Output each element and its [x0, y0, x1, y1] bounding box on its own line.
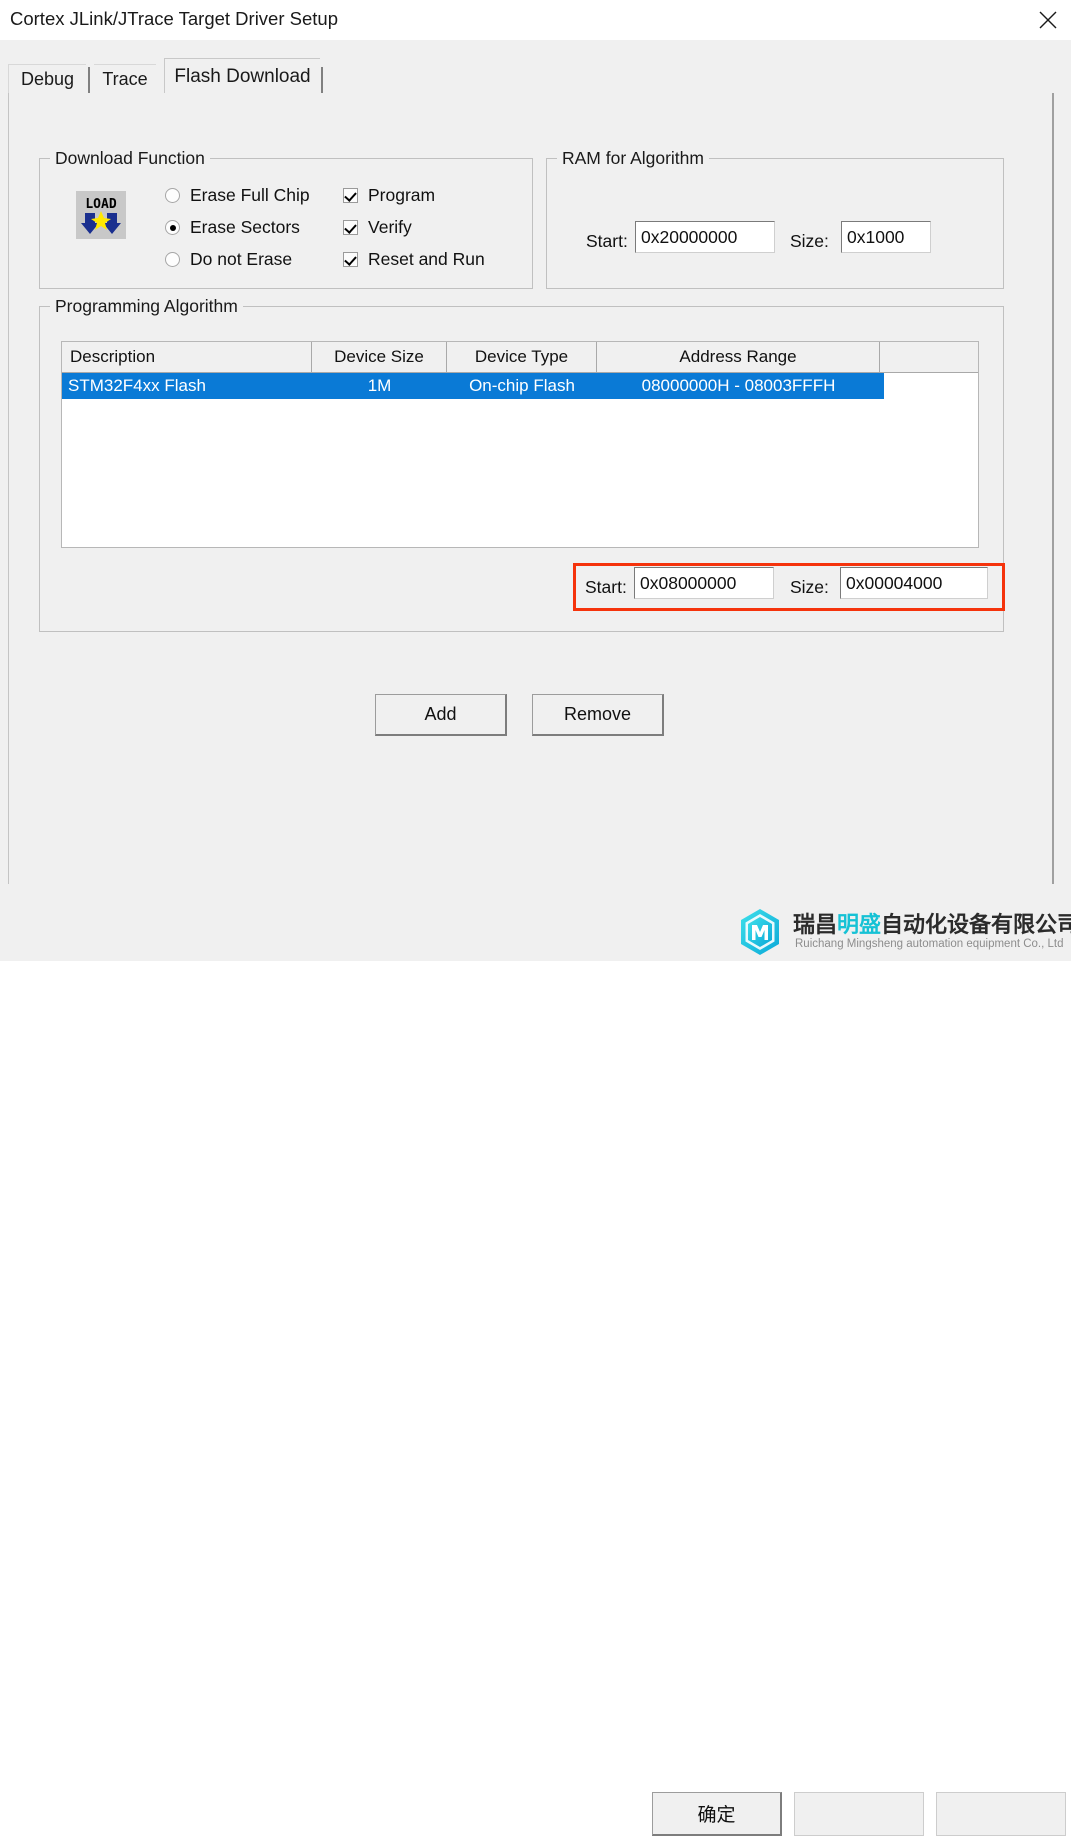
watermark: 瑞昌明盛自动化设备有限公司 Ruichang Mingsheng automat… — [735, 902, 1071, 961]
group-download-function-title: Download Function — [50, 148, 210, 169]
close-button[interactable] — [1025, 0, 1071, 40]
algorithm-table-header: Description Device Size Device Type Addr… — [62, 342, 978, 373]
column-header-address-range[interactable]: Address Range — [597, 342, 880, 372]
cell-device-type: On-chip Flash — [469, 376, 575, 395]
add-button[interactable]: Add — [375, 694, 507, 736]
company-name-cn: 瑞昌明盛自动化设备有限公司 — [793, 913, 1071, 936]
radio-indicator — [165, 188, 180, 203]
group-programming-algorithm: Programming Algorithm Description Device… — [39, 296, 1005, 632]
tab-debug[interactable]: Debug — [8, 64, 86, 94]
algorithm-table-body: STM32F4xx Flash 1M On-chip Flash 0800000… — [62, 373, 978, 399]
checkbox-verify[interactable]: Verify — [343, 217, 412, 238]
column-header-device-type[interactable]: Device Type — [447, 342, 597, 372]
checkbox-reset-and-run[interactable]: Reset and Run — [343, 249, 485, 270]
tab-trace[interactable]: Trace — [94, 64, 156, 94]
checkbox-reset-and-run-label: Reset and Run — [368, 249, 485, 269]
group-ram-for-algorithm-title: RAM for Algorithm — [557, 148, 709, 169]
checkbox-program-label: Program — [368, 185, 436, 205]
svg-text:LOAD: LOAD — [85, 197, 116, 212]
company-name-cn-part1: 瑞昌 — [793, 911, 838, 937]
radio-indicator — [165, 220, 180, 235]
group-programming-algorithm-title: Programming Algorithm — [50, 296, 243, 317]
column-header-description[interactable]: Description — [62, 342, 312, 372]
tab-separator — [321, 67, 323, 93]
remove-button[interactable]: Remove — [532, 694, 664, 736]
tab-trace-label: Trace — [102, 69, 148, 89]
radio-do-not-erase-label: Do not Erase — [190, 249, 293, 269]
algorithm-list[interactable]: Description Device Size Device Type Addr… — [61, 341, 979, 548]
checkbox-indicator — [343, 188, 358, 203]
footer-button-tertiary[interactable] — [936, 1792, 1066, 1836]
tab-debug-label: Debug — [20, 69, 75, 89]
flash-size-label: Size: — [790, 577, 829, 597]
ram-size-label: Size: — [790, 231, 829, 251]
cell-device-size: 1M — [367, 376, 392, 395]
dialog-body: Debug Trace Flash Download Download Func… — [0, 40, 1071, 961]
close-icon — [1038, 10, 1058, 30]
checkbox-indicator — [343, 220, 358, 235]
checkbox-program[interactable]: Program — [343, 185, 435, 206]
checkbox-verify-label: Verify — [368, 217, 412, 237]
company-name-cn-part2: 自动化设备有限公司 — [881, 911, 1071, 937]
group-download-function: Download Function LOAD Erase Full Chip E… — [39, 148, 533, 289]
flash-start-label: Start: — [585, 577, 627, 597]
tab-bar: Debug Trace Flash Download — [8, 58, 1054, 95]
ram-start-input[interactable]: 0x20000000 — [635, 221, 775, 253]
footer-button-secondary[interactable] — [794, 1792, 924, 1836]
tab-flash-download-label: Flash Download — [174, 66, 311, 87]
checkbox-indicator — [343, 252, 358, 267]
tab-separator — [88, 67, 90, 93]
cell-description: STM32F4xx Flash — [68, 376, 206, 395]
radio-erase-sectors[interactable]: Erase Sectors — [165, 217, 300, 238]
cell-address-range: 08000000H - 08003FFFH — [641, 376, 836, 395]
flash-size-input[interactable]: 0x00004000 — [840, 567, 988, 599]
tab-flash-download[interactable]: Flash Download — [164, 58, 320, 95]
window-title: Cortex JLink/JTrace Target Driver Setup — [10, 8, 338, 29]
ok-button[interactable]: 确定 — [652, 1792, 782, 1836]
load-icon: LOAD — [76, 191, 126, 239]
company-name-cn-highlight: 明盛 — [837, 911, 882, 937]
window-titlebar: Cortex JLink/JTrace Target Driver Setup — [0, 0, 1071, 40]
ram-start-label: Start: — [586, 231, 628, 251]
flash-start-input[interactable]: 0x08000000 — [634, 567, 774, 599]
watermark-text: 瑞昌明盛自动化设备有限公司 Ruichang Mingsheng automat… — [793, 913, 1071, 950]
radio-do-not-erase[interactable]: Do not Erase — [165, 249, 292, 270]
ram-size-input[interactable]: 0x1000 — [841, 221, 931, 253]
column-header-device-size[interactable]: Device Size — [312, 342, 447, 372]
radio-erase-full-chip[interactable]: Erase Full Chip — [165, 185, 310, 206]
company-logo-icon — [735, 907, 785, 957]
company-name-en: Ruichang Mingsheng automation equipment … — [795, 938, 1064, 951]
radio-erase-full-chip-label: Erase Full Chip — [190, 185, 310, 205]
tab-page-flash-download: Download Function LOAD Erase Full Chip E… — [8, 93, 1054, 915]
radio-indicator — [165, 252, 180, 267]
radio-erase-sectors-label: Erase Sectors — [190, 217, 300, 237]
table-row[interactable]: STM32F4xx Flash 1M On-chip Flash 0800000… — [62, 373, 884, 399]
column-header-blank[interactable] — [880, 342, 978, 372]
group-ram-for-algorithm: RAM for Algorithm Start: 0x20000000 Size… — [546, 148, 1004, 289]
